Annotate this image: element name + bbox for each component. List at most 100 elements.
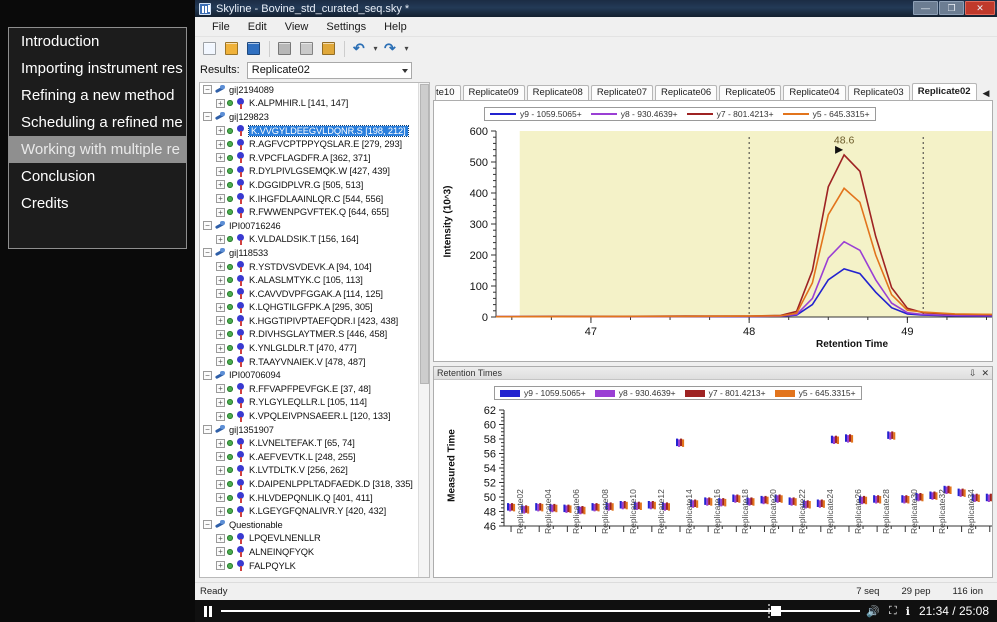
video-scrubber[interactable] bbox=[221, 600, 861, 622]
expand-toggle-icon[interactable]: + bbox=[216, 506, 225, 516]
new-document-icon[interactable] bbox=[200, 39, 220, 59]
tree-peptide-row[interactable]: + R.TAAYVNAIEK.V [478, 487] bbox=[200, 355, 429, 369]
expand-toggle-icon[interactable]: + bbox=[216, 452, 225, 462]
tree-peptide-row[interactable]: + R.YSTDVSVDEVK.A [94, 104] bbox=[200, 260, 429, 274]
chapter-item-5[interactable]: Conclusion bbox=[9, 163, 186, 190]
expand-toggle-icon[interactable]: + bbox=[216, 194, 225, 204]
tree-protein-row[interactable]: − gi|118533 bbox=[200, 246, 429, 260]
replicate-tab-Replicate03[interactable]: Replicate03 bbox=[847, 85, 910, 100]
tree-peptide-row[interactable]: + K.AEFVEVTK.L [248, 255] bbox=[200, 450, 429, 464]
tree-peptide-row[interactable]: + K.IHGFDLAAINLQR.C [544, 556] bbox=[200, 192, 429, 206]
replicate-tab-Replicate02[interactable]: Replicate02 bbox=[911, 83, 977, 100]
tree-peptide-row[interactable]: + K.VPQLEIVPNSAEER.L [120, 133] bbox=[200, 409, 429, 423]
paste-icon[interactable] bbox=[319, 39, 339, 59]
replicate-tab-Replicate07[interactable]: Replicate07 bbox=[590, 85, 654, 100]
scrubber-thumb[interactable] bbox=[770, 606, 781, 616]
replicate-tab-Replicate06[interactable]: Replicate06 bbox=[655, 85, 718, 100]
document-tree-panel[interactable]: − gi|2194089 + K.ALPMHIR.L [141, 147] − gi|12… bbox=[199, 82, 430, 578]
tree-peptide-row[interactable]: + K.LGEYGFQNALIVR.Y [420, 432] bbox=[200, 504, 429, 518]
tree-peptide-row[interactable]: + K.ALASLMTYK.C [105, 113] bbox=[200, 273, 429, 287]
tree-scrollbar-thumb[interactable] bbox=[420, 84, 429, 384]
tree-peptide-row[interactable]: + K.VVGYLDEEGVLDQNR.S [198, 212] bbox=[200, 124, 429, 138]
minimize-button[interactable]: — bbox=[913, 1, 938, 15]
pause-button[interactable] bbox=[195, 605, 221, 617]
chapter-item-4[interactable]: Working with multiple re bbox=[9, 136, 186, 163]
tree-peptide-row[interactable]: + K.HLVDEPQNLIK.Q [401, 411] bbox=[200, 491, 429, 505]
close-button[interactable]: ✕ bbox=[965, 1, 995, 15]
expand-toggle-icon[interactable]: + bbox=[216, 533, 225, 543]
expand-toggle-icon[interactable]: + bbox=[216, 329, 225, 339]
results-combobox[interactable]: Replicate02 bbox=[246, 61, 412, 79]
save-document-icon[interactable] bbox=[244, 39, 264, 59]
replicate-tab-Replicate04[interactable]: Replicate04 bbox=[783, 85, 846, 100]
chapter-item-0[interactable]: Introduction bbox=[9, 28, 186, 55]
expand-toggle-icon[interactable]: + bbox=[216, 98, 225, 108]
expand-toggle-icon[interactable]: + bbox=[216, 289, 225, 299]
scrubber-track[interactable] bbox=[221, 610, 861, 612]
expand-toggle-icon[interactable]: + bbox=[216, 234, 225, 244]
maximize-button[interactable]: ❐ bbox=[939, 1, 964, 15]
expand-toggle-icon[interactable]: + bbox=[216, 316, 225, 326]
tree-protein-row[interactable]: − gi|1351907 bbox=[200, 423, 429, 437]
collapse-toggle-icon[interactable]: − bbox=[203, 248, 212, 258]
tree-peptide-row[interactable]: + R.FFVAPFPEVFGK.E [37, 48] bbox=[200, 382, 429, 396]
collapse-toggle-icon[interactable]: − bbox=[203, 520, 212, 530]
expand-toggle-icon[interactable]: + bbox=[216, 493, 225, 503]
info-icon[interactable]: ℹ bbox=[906, 605, 910, 618]
cut-icon[interactable] bbox=[275, 39, 295, 59]
tab-scroll-left-icon[interactable]: ◀ bbox=[983, 88, 990, 99]
chapter-item-1[interactable]: Importing instrument res bbox=[9, 55, 186, 82]
expand-toggle-icon[interactable]: + bbox=[216, 302, 225, 312]
collapse-toggle-icon[interactable]: − bbox=[203, 425, 212, 435]
collapse-toggle-icon[interactable]: − bbox=[203, 85, 212, 95]
expand-toggle-icon[interactable]: + bbox=[216, 153, 225, 163]
replicate-tab-Replicate09[interactable]: Replicate09 bbox=[462, 85, 525, 100]
expand-toggle-icon[interactable]: + bbox=[216, 166, 225, 176]
toolbar-dropdown-caret[interactable]: ▾ bbox=[372, 44, 379, 53]
expand-toggle-icon[interactable]: + bbox=[216, 561, 225, 571]
undo-icon[interactable]: ↶ bbox=[350, 39, 370, 59]
fullscreen-icon[interactable]: ⛶ bbox=[889, 605, 897, 618]
tree-peptide-row[interactable]: + R.VPCFLAGDFR.A [362, 371] bbox=[200, 151, 429, 165]
tree-peptide-row[interactable]: + K.HGGTIPIVPTAEFQDR.I [423, 438] bbox=[200, 314, 429, 328]
chapter-item-2[interactable]: Refining a new method bbox=[9, 82, 186, 109]
copy-icon[interactable] bbox=[297, 39, 317, 59]
tree-vertical-scrollbar[interactable] bbox=[418, 83, 429, 577]
tree-protein-row[interactable]: − Questionable bbox=[200, 518, 429, 532]
replicate-tab-te10[interactable]: te10 bbox=[435, 85, 461, 100]
retention-times-plot[interactable]: 46 48 50 52 54 56 58 60 62 Replicate02 Replicate04… bbox=[434, 380, 992, 577]
expand-toggle-icon[interactable]: + bbox=[216, 343, 225, 353]
tree-peptide-row[interactable]: + K.DGGIDPLVR.G [505, 513] bbox=[200, 178, 429, 192]
tree-peptide-row[interactable]: + R.DIVHSGLAYTMER.S [446, 458] bbox=[200, 328, 429, 342]
expand-toggle-icon[interactable]: + bbox=[216, 547, 225, 557]
menu-help[interactable]: Help bbox=[375, 17, 416, 37]
expand-toggle-icon[interactable]: + bbox=[216, 126, 225, 136]
expand-toggle-icon[interactable]: + bbox=[216, 465, 225, 475]
collapse-toggle-icon[interactable]: − bbox=[203, 112, 212, 122]
expand-toggle-icon[interactable]: + bbox=[216, 479, 225, 489]
expand-toggle-icon[interactable]: + bbox=[216, 357, 225, 367]
tree-peptide-row[interactable]: + FALPQYLK bbox=[200, 559, 429, 573]
tree-peptide-row[interactable]: + ALNEINQFYQK bbox=[200, 545, 429, 559]
expand-toggle-icon[interactable]: + bbox=[216, 411, 225, 421]
menu-settings[interactable]: Settings bbox=[317, 17, 375, 37]
tree-peptide-row[interactable]: + K.CAVVDVPFGGAK.A [114, 125] bbox=[200, 287, 429, 301]
tree-protein-row[interactable]: − gi|129823 bbox=[200, 110, 429, 124]
toolbar-dropdown-caret[interactable]: ▾ bbox=[403, 44, 410, 53]
expand-toggle-icon[interactable]: + bbox=[216, 275, 225, 285]
expand-toggle-icon[interactable]: + bbox=[216, 438, 225, 448]
replicate-tab-Replicate05[interactable]: Replicate05 bbox=[719, 85, 782, 100]
tree-protein-row[interactable]: − gi|2194089 bbox=[200, 83, 429, 97]
expand-toggle-icon[interactable]: + bbox=[216, 207, 225, 217]
expand-toggle-icon[interactable]: + bbox=[216, 139, 225, 149]
tree-protein-row[interactable]: − IPI00706094 bbox=[200, 368, 429, 382]
menu-edit[interactable]: Edit bbox=[239, 17, 276, 37]
tree-peptide-row[interactable]: + K.VLDALDSIK.T [156, 164] bbox=[200, 233, 429, 247]
expand-toggle-icon[interactable]: + bbox=[216, 384, 225, 394]
tree-peptide-row[interactable]: + R.FWWENPGVFTEK.Q [644, 655] bbox=[200, 205, 429, 219]
tree-peptide-row[interactable]: + K.YNLGLDLR.T [470, 477] bbox=[200, 341, 429, 355]
open-document-icon[interactable] bbox=[222, 39, 242, 59]
chromatogram-plot[interactable]: 01002003004005006004748495048.6Predicted… bbox=[434, 101, 992, 361]
menu-view[interactable]: View bbox=[276, 17, 318, 37]
collapse-toggle-icon[interactable]: − bbox=[203, 370, 212, 380]
